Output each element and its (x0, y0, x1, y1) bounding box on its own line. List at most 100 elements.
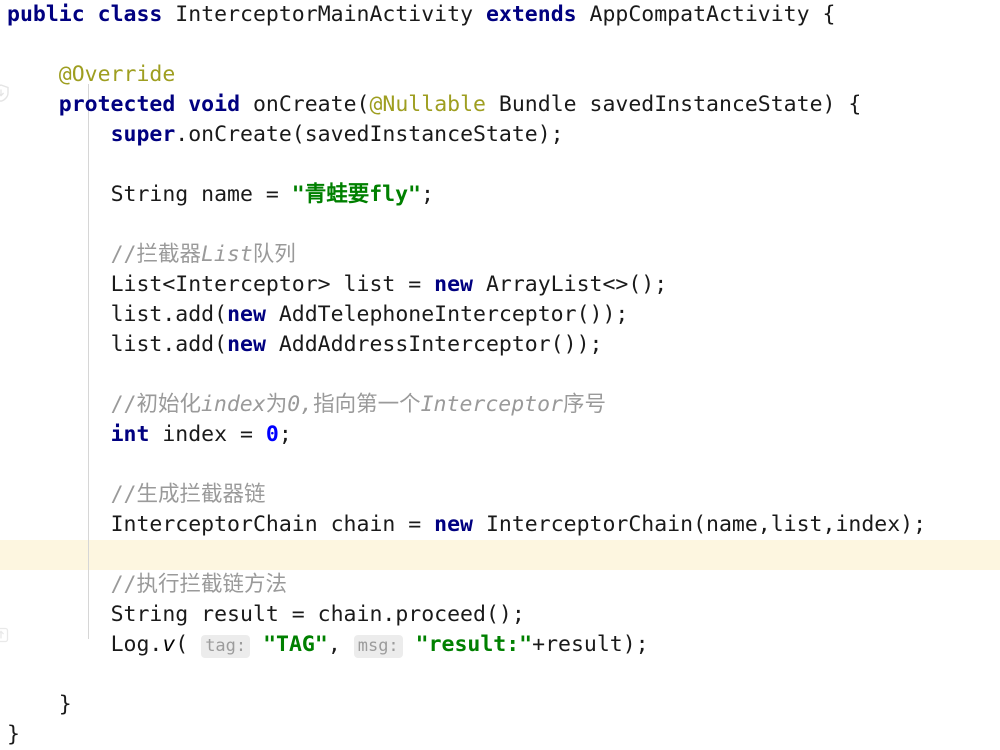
code-line[interactable] (0, 660, 1000, 690)
code-token: } (58, 692, 72, 717)
code-token: onCreate( (240, 92, 370, 117)
code-line[interactable]: @Override (0, 60, 1000, 90)
keyword-token: extends (485, 2, 577, 27)
code-token: String name = (110, 182, 292, 207)
code-line[interactable] (0, 30, 1000, 60)
string-literal-token: "TAG" (263, 632, 328, 657)
comment-token: List (200, 242, 253, 267)
code-token: String result = chain.proceed(); (110, 602, 525, 627)
comment-token: //执行拦截链方法 (110, 572, 287, 597)
comment-token: 0, (287, 392, 314, 417)
code-line[interactable]: String result = chain.proceed(); (0, 600, 1000, 630)
code-line[interactable]: super.onCreate(savedInstanceState); (0, 120, 1000, 150)
keyword-token: new (434, 272, 474, 297)
comment-token: 队列 (252, 242, 296, 267)
code-line[interactable]: List<Interceptor> list = new ArrayList<>… (0, 270, 1000, 300)
annotation-token: @Override (58, 62, 176, 87)
keyword-token: int (110, 422, 150, 447)
comment-token: //初始化 (110, 392, 201, 417)
code-line[interactable]: protected void onCreate(@Nullable Bundle… (0, 90, 1000, 120)
code-line[interactable] (0, 450, 1000, 480)
comment-token: 指向第一个 (313, 392, 421, 417)
string-literal-token: "青蛙要fly" (291, 182, 422, 207)
code-line[interactable]: } (0, 690, 1000, 720)
number-literal-token: 0 (265, 422, 279, 447)
code-token: +result); (532, 632, 649, 657)
code-line[interactable]: //执行拦截链方法 (0, 570, 1000, 600)
code-line[interactable]: Log.v( tag: "TAG", msg: "result:"+result… (0, 630, 1000, 660)
code-line[interactable] (0, 210, 1000, 240)
code-line[interactable]: list.add(new AddAddressInterceptor()); (0, 330, 1000, 360)
code-token: ; (421, 182, 434, 207)
keyword-token: new (227, 302, 266, 327)
code-token: } (7, 722, 20, 747)
code-line[interactable]: public class InterceptorMainActivity ext… (0, 0, 1000, 30)
code-token: index = (149, 422, 266, 447)
comment-token: index (200, 392, 266, 417)
code-token: AddAddressInterceptor()); (265, 332, 603, 357)
code-line[interactable]: } (0, 720, 1000, 750)
method-name-token: v (162, 632, 176, 657)
parameter-hint[interactable]: tag: (201, 635, 251, 658)
comment-token: 序号 (563, 392, 607, 417)
code-line[interactable]: list.add(new AddTelephoneInterceptor()); (0, 300, 1000, 330)
string-literal-token: "result:" (415, 632, 533, 657)
code-editor-pane[interactable]: public class InterceptorMainActivity ext… (0, 0, 1000, 747)
comment-token: //拦截器 (110, 242, 201, 267)
code-token: AddTelephoneInterceptor()); (265, 302, 629, 327)
code-token: , (327, 632, 354, 657)
code-token: list.add( (110, 332, 228, 357)
code-line[interactable]: //拦截器List队列 (0, 240, 1000, 270)
keyword-token: new (227, 332, 266, 357)
keyword-token: class (97, 2, 163, 27)
keyword-token: new (434, 512, 474, 537)
comment-token: Interceptor (420, 392, 563, 417)
annotation-token: @Nullable (369, 92, 486, 117)
keyword-token: public (7, 2, 85, 27)
code-token: ; (278, 422, 292, 447)
comment-token: 为 (265, 392, 288, 417)
code-line[interactable] (0, 360, 1000, 390)
keyword-token: void (188, 92, 241, 117)
code-line[interactable] (0, 150, 1000, 180)
code-token: Log. (110, 632, 163, 657)
code-token: List<Interceptor> list = (110, 272, 435, 297)
code-token: ( (175, 632, 202, 657)
code-line[interactable] (0, 540, 1000, 570)
code-token: AppCompatActivity { (576, 2, 836, 27)
code-token: InterceptorMainActivity (162, 2, 486, 27)
code-token: list.add( (110, 302, 228, 327)
code-token: ArrayList<>(); (473, 272, 668, 297)
source-code-text[interactable]: public class InterceptorMainActivity ext… (0, 0, 1000, 750)
parameter-hint[interactable]: msg: (353, 635, 403, 658)
keyword-token: protected (58, 92, 176, 117)
code-line[interactable]: int index = 0; (0, 420, 1000, 450)
code-line[interactable]: InterceptorChain chain = new Interceptor… (0, 510, 1000, 540)
code-line[interactable]: String name = "青蛙要fly"; (0, 180, 1000, 210)
code-line[interactable]: //初始化index为0,指向第一个Interceptor序号 (0, 390, 1000, 420)
code-token: InterceptorChain chain = (110, 512, 435, 537)
comment-token: //生成拦截器链 (110, 482, 266, 507)
code-token: Bundle savedInstanceState) { (485, 92, 862, 117)
code-line[interactable]: //生成拦截器链 (0, 480, 1000, 510)
code-token: InterceptorChain(name,list,index); (473, 512, 927, 537)
